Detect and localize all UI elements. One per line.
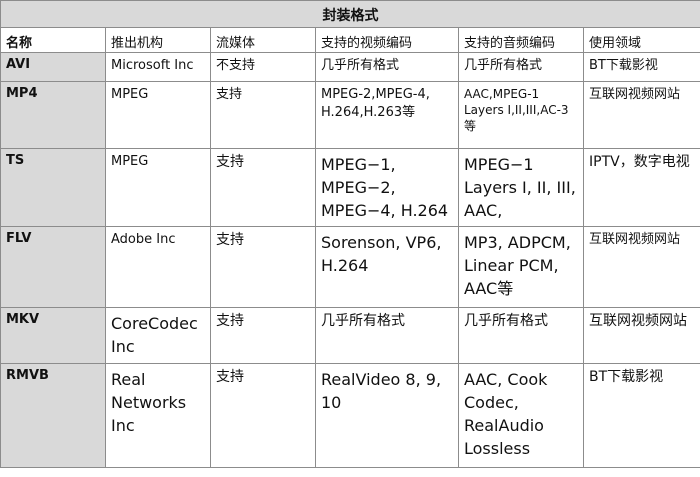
header-video-codecs: 支持的视频编码: [315, 27, 459, 53]
format-name: FLV: [0, 226, 106, 308]
header-publisher: 推出机构: [105, 27, 211, 53]
streaming-cell: 支持: [210, 148, 316, 227]
video-codec-cell: MPEG-2,MPEG-4, H.264,H.263等: [315, 81, 459, 149]
video-codec-cell: Sorenson, VP6, H.264: [315, 226, 459, 308]
usage-cell: BT下载影视: [582, 363, 700, 468]
publisher-cell: MPEG: [105, 148, 211, 227]
table-row: MKV CoreCodec Inc 支持 几乎所有格式 几乎所有格式 互联网视频…: [0, 307, 700, 364]
publisher-cell: Real Networks Inc: [105, 363, 211, 468]
usage-cell: 互联网视频网站: [582, 226, 700, 308]
table-row: RMVB Real Networks Inc 支持 RealVideo 8, 9…: [0, 363, 700, 468]
header-usage: 使用领域: [582, 27, 700, 53]
format-name: TS: [0, 148, 106, 227]
header-name: 名称: [0, 27, 106, 53]
streaming-cell: 支持: [210, 307, 316, 364]
streaming-cell: 支持: [210, 226, 316, 308]
table-row: AVI Microsoft Inc 不支持 几乎所有格式 几乎所有格式 BT下载…: [0, 52, 700, 82]
publisher-cell: Adobe Inc: [105, 226, 211, 308]
header-streaming: 流媒体: [210, 27, 316, 53]
audio-codec-cell: 几乎所有格式: [458, 52, 584, 82]
video-codec-cell: RealVideo 8, 9, 10: [315, 363, 459, 468]
table-row: MP4 MPEG 支持 MPEG-2,MPEG-4, H.264,H.263等 …: [0, 81, 700, 149]
usage-cell: 互联网视频网站: [582, 307, 700, 364]
video-codec-cell: 几乎所有格式: [315, 52, 459, 82]
table-row: FLV Adobe Inc 支持 Sorenson, VP6, H.264 MP…: [0, 226, 700, 308]
usage-cell: BT下载影视: [582, 52, 700, 82]
audio-codec-cell: AAC, Cook Codec, RealAudio Lossless: [458, 363, 584, 468]
format-name: RMVB: [0, 363, 106, 468]
audio-codec-cell: MPEG−1 Layers I, II, III, AAC,: [458, 148, 584, 227]
format-name: MKV: [0, 307, 106, 364]
audio-codec-cell: AAC,MPEG-1 Layers I,II,III,AC-3等: [458, 81, 584, 149]
container-format-table: 封装格式 名称 推出机构 流媒体 支持的视频编码 支持的音频编码 使用领域 AV…: [0, 0, 700, 468]
format-name: MP4: [0, 81, 106, 149]
table-title: 封装格式: [0, 0, 700, 28]
table-header-row: 名称 推出机构 流媒体 支持的视频编码 支持的音频编码 使用领域: [0, 27, 700, 53]
audio-codec-cell: MP3, ADPCM, Linear PCM, AAC等: [458, 226, 584, 308]
streaming-cell: 不支持: [210, 52, 316, 82]
usage-cell: IPTV，数字电视: [582, 148, 700, 227]
publisher-cell: CoreCodec Inc: [105, 307, 211, 364]
usage-cell: 互联网视频网站: [582, 81, 700, 149]
audio-codec-cell: 几乎所有格式: [458, 307, 584, 364]
streaming-cell: 支持: [210, 81, 316, 149]
format-name: AVI: [0, 52, 106, 82]
table-title-row: 封装格式: [0, 0, 700, 28]
table-row: TS MPEG 支持 MPEG−1, MPEG−2, MPEG−4, H.264…: [0, 148, 700, 227]
publisher-cell: Microsoft Inc: [105, 52, 211, 82]
streaming-cell: 支持: [210, 363, 316, 468]
header-audio-codecs: 支持的音频编码: [458, 27, 584, 53]
publisher-cell: MPEG: [105, 81, 211, 149]
video-codec-cell: 几乎所有格式: [315, 307, 459, 364]
video-codec-cell: MPEG−1, MPEG−2, MPEG−4, H.264: [315, 148, 459, 227]
